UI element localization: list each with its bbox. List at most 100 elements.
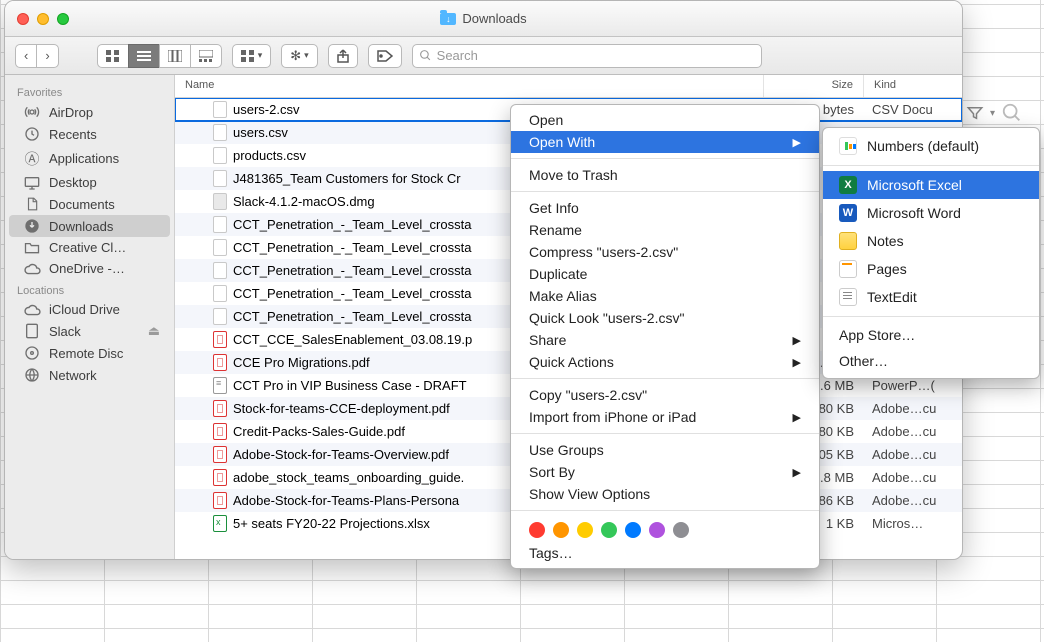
icon-view-button[interactable] [97, 44, 128, 68]
sidebar-item-downloads[interactable]: Downloads [9, 215, 170, 237]
sidebar-item-label: Creative Cl… [49, 240, 126, 255]
openwith-numbers[interactable]: Numbers (default) [823, 132, 1039, 160]
sidebar-item-network[interactable]: Network [9, 364, 170, 386]
openwith-notes[interactable]: Notes [823, 227, 1039, 255]
file-kind: Adobe…cu [864, 424, 962, 439]
filter-icon[interactable] [966, 104, 984, 122]
column-kind[interactable]: Kind [864, 75, 962, 97]
file-kind: CSV Docu [864, 102, 962, 117]
arrange-button[interactable]: ▾ [232, 44, 272, 68]
tags-button[interactable] [368, 44, 402, 68]
menu-rename[interactable]: Rename [511, 219, 819, 241]
menu-tags[interactable]: Tags… [511, 542, 819, 564]
sidebar-item-applications[interactable]: ⒶApplications [9, 145, 170, 172]
sidebar-favorites-heading: Favorites [5, 81, 174, 101]
file-kind: Adobe…cu [864, 447, 962, 462]
tag-color[interactable] [649, 522, 665, 538]
menu-share[interactable]: Share▶ [511, 329, 819, 351]
file-name: CCT_CCE_SalesEnablement_03.08.19.p [233, 332, 472, 347]
menu-separator [511, 510, 819, 511]
search-icon[interactable] [1001, 102, 1023, 124]
sidebar-item-creative-cl-[interactable]: Creative Cl… [9, 237, 170, 258]
menu-quick-look[interactable]: Quick Look "users-2.csv" [511, 307, 819, 329]
tag-color[interactable] [553, 522, 569, 538]
file-name: CCE Pro Migrations.pdf [233, 355, 370, 370]
file-name: CCT_Penetration_-_Team_Level_crossta [233, 286, 471, 301]
openwith-word[interactable]: WMicrosoft Word [823, 199, 1039, 227]
menu-copy[interactable]: Copy "users-2.csv" [511, 384, 819, 406]
openwith-pages[interactable]: Pages [823, 255, 1039, 283]
menu-view-options[interactable]: Show View Options [511, 483, 819, 505]
file-icon [213, 101, 227, 118]
documents-icon [23, 196, 41, 212]
file-kind: Adobe…cu [864, 493, 962, 508]
menu-quick-actions[interactable]: Quick Actions▶ [511, 351, 819, 373]
openwith-app-store[interactable]: App Store… [823, 322, 1039, 348]
file-icon [213, 492, 227, 509]
menu-make-alias[interactable]: Make Alias [511, 285, 819, 307]
menu-compress[interactable]: Compress "users-2.csv" [511, 241, 819, 263]
menu-separator [511, 158, 819, 159]
menu-open[interactable]: Open [511, 109, 819, 131]
file-name: Stock-for-teams-CCE-deployment.pdf [233, 401, 450, 416]
tag-color[interactable] [673, 522, 689, 538]
excel-app-icon: X [839, 176, 857, 194]
gallery-view-button[interactable] [190, 44, 222, 68]
tag-color[interactable] [601, 522, 617, 538]
share-button[interactable] [328, 44, 358, 68]
menu-get-info[interactable]: Get Info [511, 197, 819, 219]
sidebar-item-slack[interactable]: Slack⏏ [9, 320, 170, 342]
eject-icon[interactable]: ⏏ [148, 323, 160, 339]
back-button[interactable]: ‹ [15, 44, 36, 68]
openwith-other[interactable]: Other… [823, 348, 1039, 374]
file-name: adobe_stock_teams_onboarding_guide. [233, 470, 464, 485]
menu-move-to-trash[interactable]: Move to Trash [511, 164, 819, 186]
sidebar-item-onedrive-[interactable]: OneDrive -… [9, 258, 170, 279]
sidebar-item-remote-disc[interactable]: Remote Disc [9, 342, 170, 364]
menu-open-with[interactable]: Open With▶ [511, 131, 819, 153]
file-name: 5+ seats FY20-22 Projections.xlsx [233, 516, 430, 531]
menu-separator [511, 378, 819, 379]
tag-color[interactable] [529, 522, 545, 538]
forward-button[interactable]: › [36, 44, 58, 68]
file-name: Credit-Packs-Sales-Guide.pdf [233, 424, 405, 439]
disk-icon [23, 323, 41, 339]
menu-import[interactable]: Import from iPhone or iPad▶ [511, 406, 819, 428]
sidebar-item-icloud-drive[interactable]: iCloud Drive [9, 299, 170, 320]
sidebar-item-airdrop[interactable]: AirDrop [9, 101, 170, 123]
sidebar-item-label: Network [49, 368, 97, 383]
file-icon [213, 124, 227, 141]
menu-separator [823, 316, 1039, 317]
file-name: CCT Pro in VIP Business Case - DRAFT [233, 378, 467, 393]
file-name: users-2.csv [233, 102, 299, 117]
tag-color[interactable] [577, 522, 593, 538]
applications-icon: Ⓐ [23, 148, 41, 169]
search-field[interactable]: Search [412, 44, 762, 68]
file-kind: Micros… [864, 516, 962, 531]
menu-duplicate[interactable]: Duplicate [511, 263, 819, 285]
column-size[interactable]: Size [764, 75, 864, 97]
tag-color[interactable] [625, 522, 641, 538]
menu-use-groups[interactable]: Use Groups [511, 439, 819, 461]
file-kind: Adobe…cu [864, 401, 962, 416]
action-button[interactable]: ✻ ▾ [281, 44, 317, 68]
search-placeholder: Search [437, 48, 478, 63]
column-view-button[interactable] [159, 44, 190, 68]
openwith-textedit[interactable]: TextEdit [823, 283, 1039, 311]
openwith-excel[interactable]: XMicrosoft Excel [823, 171, 1039, 199]
nav-buttons: ‹ › [15, 44, 59, 68]
sidebar-item-label: OneDrive -… [49, 261, 125, 276]
file-icon [213, 262, 227, 279]
file-icon [213, 377, 227, 394]
sidebar-item-recents[interactable]: Recents [9, 123, 170, 145]
list-view-button[interactable] [128, 44, 159, 68]
disc-icon [23, 345, 41, 361]
menu-sort-by[interactable]: Sort By▶ [511, 461, 819, 483]
folder-icon [23, 241, 41, 254]
sidebar-item-desktop[interactable]: Desktop [9, 172, 170, 193]
file-name: products.csv [233, 148, 306, 163]
sidebar-item-documents[interactable]: Documents [9, 193, 170, 215]
sidebar-item-label: AirDrop [49, 105, 93, 120]
submenu-arrow-icon: ▶ [793, 136, 801, 149]
column-name[interactable]: Name [175, 75, 764, 97]
